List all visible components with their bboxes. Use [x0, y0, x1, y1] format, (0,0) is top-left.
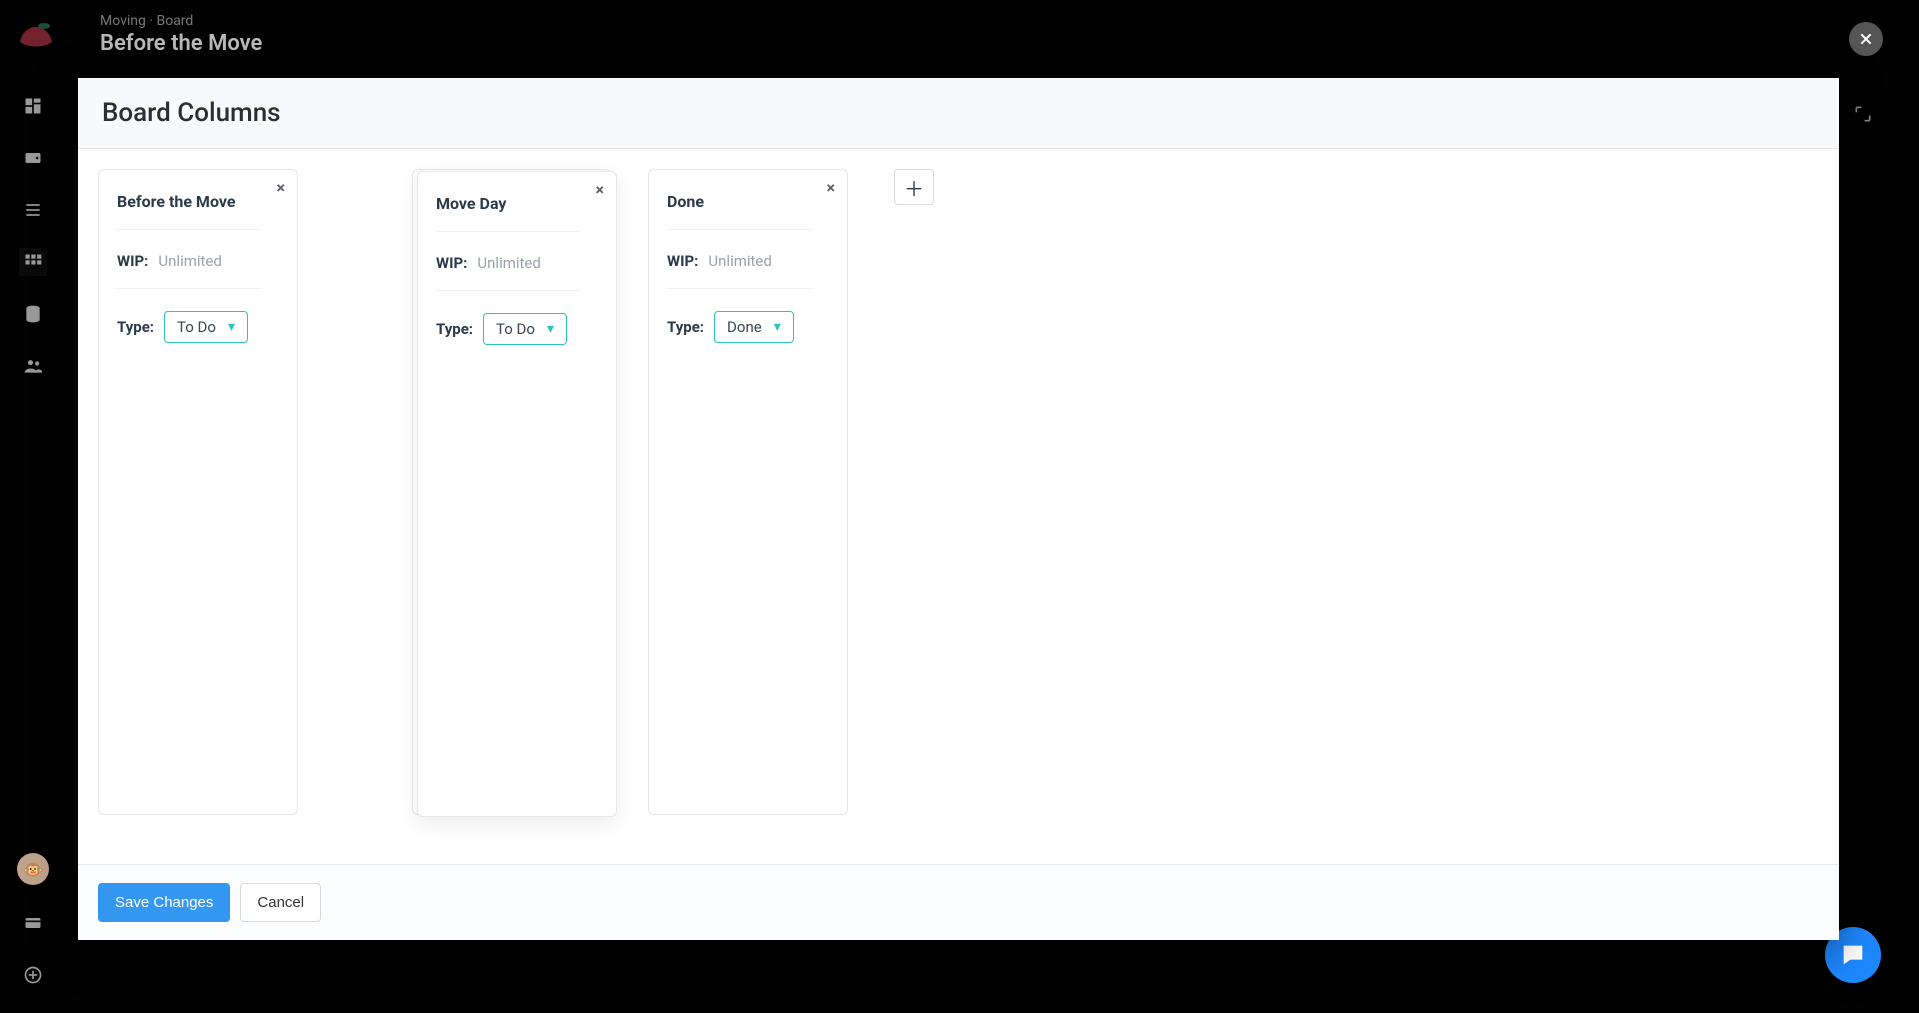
nav-list-icon[interactable] [19, 196, 47, 224]
type-label: Type: [117, 318, 154, 336]
column-title[interactable]: Before the Move [117, 192, 261, 230]
wip-label: WIP: [667, 252, 698, 270]
breadcrumb: Moving · Board Before the Move [100, 13, 262, 56]
column-card[interactable]: × Done WIP: Unlimited Type: Done ▾ [648, 169, 848, 815]
sidebar: 🐵 [0, 68, 66, 1013]
nav-card-icon[interactable] [19, 909, 47, 937]
type-select[interactable]: Done ▾ [714, 311, 794, 343]
column-card-dragging[interactable]: × Move Day WIP: Unlimited Type: To Do ▾ [417, 171, 617, 817]
type-select[interactable]: To Do ▾ [483, 313, 567, 345]
type-value: To Do [177, 318, 216, 336]
column-card[interactable]: × Before the Move WIP: Unlimited Type: T… [98, 169, 298, 815]
wip-value[interactable]: Unlimited [477, 254, 540, 272]
column-close-icon[interactable]: × [277, 178, 286, 197]
modal-body: × Before the Move WIP: Unlimited Type: T… [78, 149, 1839, 864]
wip-value[interactable]: Unlimited [158, 252, 221, 270]
app-bar: Moving · Board Before the Move [0, 0, 1919, 68]
chevron-down-icon: ▾ [774, 319, 781, 335]
type-value: To Do [496, 320, 535, 338]
type-label: Type: [667, 318, 704, 336]
column-title[interactable]: Move Day [436, 194, 580, 232]
wip-label: WIP: [436, 254, 467, 272]
chevron-down-icon: ▾ [228, 319, 235, 335]
add-column-button[interactable]: ＋ [894, 169, 934, 205]
nav-add-icon[interactable] [19, 961, 47, 989]
wip-label: WIP: [117, 252, 148, 270]
cancel-button[interactable]: Cancel [240, 883, 321, 922]
board-columns-modal: Board Columns × Before the Move WIP: Unl… [78, 78, 1839, 940]
type-value: Done [727, 318, 762, 336]
nav-wallet-icon[interactable] [19, 144, 47, 172]
modal-footer: Save Changes Cancel [78, 864, 1839, 940]
column-title[interactable]: Done [667, 192, 811, 230]
plus-icon: ＋ [904, 173, 924, 202]
save-button[interactable]: Save Changes [98, 883, 230, 922]
user-avatar[interactable]: 🐵 [17, 853, 49, 885]
close-modal-button[interactable] [1849, 22, 1883, 56]
type-label: Type: [436, 320, 473, 338]
nav-dashboard-icon[interactable] [19, 92, 47, 120]
wip-value[interactable]: Unlimited [708, 252, 771, 270]
column-close-icon[interactable]: × [827, 178, 836, 197]
modal-header: Board Columns [78, 78, 1839, 149]
modal-title: Board Columns [102, 98, 1815, 128]
app-logo [14, 12, 58, 56]
type-select[interactable]: To Do ▾ [164, 311, 248, 343]
column-close-icon[interactable]: × [596, 180, 605, 199]
nav-grid-icon[interactable] [19, 248, 47, 276]
chevron-down-icon: ▾ [547, 321, 554, 337]
nav-users-icon[interactable] [19, 352, 47, 380]
nav-database-icon[interactable] [19, 300, 47, 328]
breadcrumb-path: Moving · Board [100, 13, 262, 29]
expand-icon[interactable] [1847, 98, 1879, 130]
page-title: Before the Move [100, 31, 262, 56]
